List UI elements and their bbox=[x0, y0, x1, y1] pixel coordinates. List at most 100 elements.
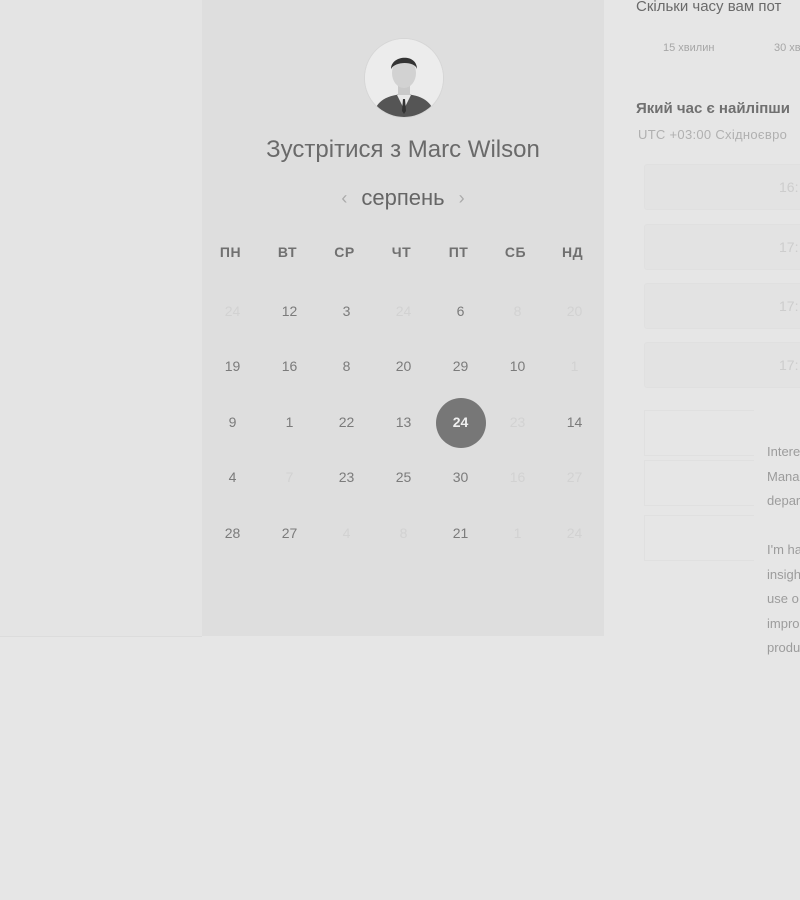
calendar-day-selected[interactable]: 24 bbox=[432, 397, 489, 448]
time-slot[interactable]: 16: bbox=[644, 164, 800, 210]
calendar-day[interactable]: 23 bbox=[318, 452, 375, 502]
month-label: серпень bbox=[361, 185, 445, 210]
calendar-day: 24 bbox=[375, 286, 432, 336]
calendar-day[interactable]: 20 bbox=[375, 341, 432, 391]
bio-line: impro bbox=[767, 615, 800, 631]
bio-line: insigh bbox=[767, 566, 800, 582]
calendar-day-number: 8 bbox=[342, 358, 351, 375]
calendar-day[interactable]: 19 bbox=[204, 341, 261, 391]
bio-line: use o bbox=[767, 591, 799, 606]
weekday-label: ЧТ bbox=[391, 244, 412, 260]
calendar-day: 24 bbox=[204, 286, 261, 336]
calendar-day[interactable]: 3 bbox=[318, 286, 375, 336]
calendar-grid: 24 12 3 24 6 8 20 19 16 8 20 29 10 1 9 1 22 13 24 23 14 4 7 23 2… bbox=[204, 283, 604, 561]
duration-option-15[interactable]: 15 хвилин bbox=[663, 42, 714, 54]
calendar-day[interactable]: 22 bbox=[318, 397, 375, 447]
calendar-day-number: 13 bbox=[395, 413, 412, 430]
time-slot[interactable]: 17: bbox=[644, 283, 800, 329]
calendar-day: 4 bbox=[318, 508, 375, 558]
calendar-day-number: 22 bbox=[338, 413, 355, 430]
calendar-day: 23 bbox=[489, 397, 546, 447]
calendar-day[interactable]: 30 bbox=[432, 452, 489, 502]
calendar-day[interactable]: 29 bbox=[432, 341, 489, 391]
calendar-day-number: 24 bbox=[566, 524, 583, 541]
calendar-day-number: 25 bbox=[395, 469, 412, 486]
calendar-day[interactable]: 10 bbox=[489, 341, 546, 391]
calendar-day-number: 24 bbox=[435, 397, 486, 448]
calendar-day[interactable]: 6 bbox=[432, 286, 489, 336]
time-slot[interactable]: 17: bbox=[644, 224, 800, 270]
weekday-header: ПН ВТ СР ЧТ ПТ СБ НД bbox=[202, 244, 604, 260]
avatar bbox=[364, 38, 444, 118]
calendar-day-number: 14 bbox=[566, 413, 583, 430]
calendar-day[interactable]: 1 bbox=[261, 397, 318, 447]
calendar-day-number: 1 bbox=[513, 524, 522, 541]
calendar-day[interactable]: 8 bbox=[318, 341, 375, 391]
bio-line: produ bbox=[767, 640, 800, 655]
duration-question: Скільки часу вам пот bbox=[636, 0, 782, 15]
person-photo-icon bbox=[365, 39, 443, 117]
calendar-day-number: 1 bbox=[285, 413, 294, 430]
calendar-day: 1 bbox=[489, 508, 546, 558]
weekday-label: ПТ bbox=[448, 244, 469, 260]
calendar-day[interactable]: 12 bbox=[261, 286, 318, 336]
calendar-day-number: 16 bbox=[281, 358, 298, 375]
calendar-day: 1 bbox=[546, 341, 603, 391]
calendar-day-number: 7 bbox=[285, 469, 294, 486]
calendar-day[interactable]: 25 bbox=[375, 452, 432, 502]
time-question: Який час є найліпши bbox=[636, 100, 791, 117]
time-slot[interactable]: 17: bbox=[644, 342, 800, 388]
chevron-left-icon[interactable]: ‹ bbox=[327, 188, 361, 209]
calendar-day[interactable]: 16 bbox=[261, 341, 318, 391]
bio-line: depar bbox=[767, 493, 800, 508]
calendar-week-row: 24 12 3 24 6 8 20 bbox=[204, 283, 604, 339]
calendar-day-number: 30 bbox=[452, 469, 469, 486]
month-navigator: ‹ серпень › bbox=[202, 182, 604, 214]
calendar-day-number: 23 bbox=[509, 413, 526, 430]
duration-option-30[interactable]: 30 хв bbox=[774, 42, 800, 54]
calendar-day-number: 8 bbox=[399, 524, 408, 541]
calendar-day: 7 bbox=[261, 452, 318, 502]
calendar-day-number: 4 bbox=[342, 524, 351, 541]
calendar-day[interactable]: 9 bbox=[204, 397, 261, 447]
calendar-day[interactable]: 4 bbox=[204, 452, 261, 502]
calendar-day-number: 24 bbox=[224, 302, 241, 319]
calendar-day[interactable]: 27 bbox=[261, 508, 318, 558]
calendar-day[interactable]: 14 bbox=[546, 397, 603, 447]
calendar-day-number: 23 bbox=[338, 469, 355, 486]
calendar-day[interactable]: 21 bbox=[432, 508, 489, 558]
bio-paragraph: Intere Mana depar bbox=[767, 440, 800, 514]
calendar-day-number: 27 bbox=[566, 469, 583, 486]
bio-line: I'm ha bbox=[767, 542, 800, 557]
calendar-day[interactable]: 28 bbox=[204, 508, 261, 558]
calendar-day-number: 19 bbox=[224, 358, 241, 375]
calendar-day: 16 bbox=[489, 452, 546, 502]
calendar-week-row: 4 7 23 25 30 16 27 bbox=[204, 450, 604, 506]
chevron-right-icon[interactable]: › bbox=[445, 188, 479, 209]
time-slot-label: 17: bbox=[779, 239, 799, 255]
page-title: Зустрітися з Marc Wilson bbox=[266, 136, 540, 163]
calendar-day: 20 bbox=[546, 286, 603, 336]
calendar-day-number: 20 bbox=[566, 302, 583, 319]
profile-box bbox=[644, 460, 754, 506]
background-strip bbox=[0, 0, 202, 637]
calendar-week-row: 9 1 22 13 24 23 14 bbox=[204, 394, 604, 450]
bio-paragraph: I'm ha insigh use o impro produ bbox=[767, 538, 800, 661]
calendar-day-number: 9 bbox=[228, 413, 237, 430]
calendar-day-number: 6 bbox=[456, 302, 465, 319]
weekday-label: СР bbox=[334, 244, 355, 260]
calendar-day-number: 1 bbox=[570, 358, 579, 375]
calendar-day[interactable]: 13 bbox=[375, 397, 432, 447]
calendar-day: 27 bbox=[546, 452, 603, 502]
calendar-week-row: 19 16 8 20 29 10 1 bbox=[204, 339, 604, 395]
calendar-day-number: 21 bbox=[452, 524, 469, 541]
calendar-day-number: 24 bbox=[395, 302, 412, 319]
calendar-panel: Зустрітися з Marc Wilson ‹ серпень › ПН … bbox=[202, 0, 604, 636]
calendar-day-number: 3 bbox=[342, 302, 351, 319]
weekday-label: НД bbox=[561, 244, 584, 260]
bio-line: Mana bbox=[767, 468, 800, 484]
calendar-day-number: 4 bbox=[228, 469, 237, 486]
weekday-label: ПН bbox=[219, 244, 242, 260]
calendar-day-number: 12 bbox=[281, 302, 298, 319]
time-slot-label: 17: bbox=[779, 357, 799, 373]
